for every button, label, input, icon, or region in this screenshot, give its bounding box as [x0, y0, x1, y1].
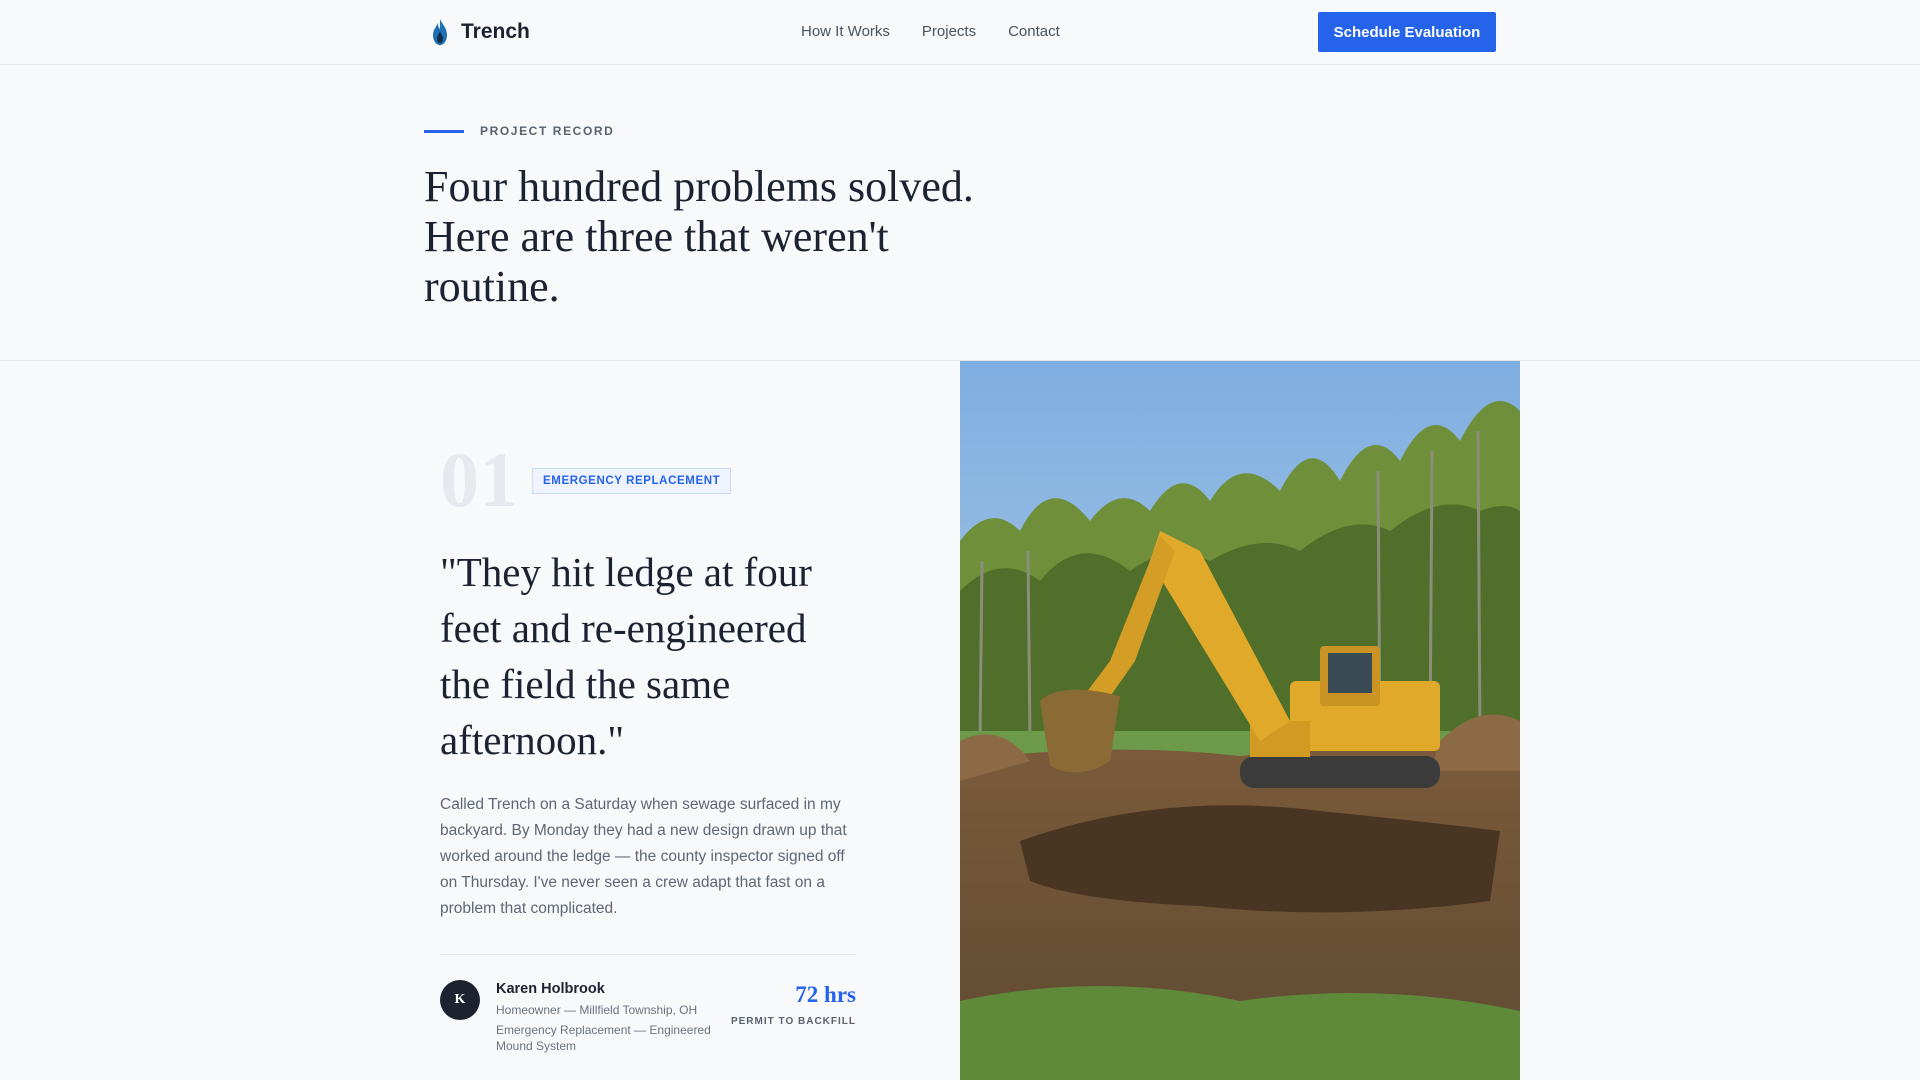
- nav-link-how-it-works[interactable]: How It Works: [801, 23, 890, 40]
- nav-link-contact[interactable]: Contact: [1008, 23, 1060, 40]
- brand-logo[interactable]: Trench: [431, 18, 530, 46]
- author-name: Karen Holbrook: [496, 981, 605, 997]
- avatar: K: [440, 980, 480, 1020]
- eyebrow-label: PROJECT RECORD: [480, 124, 615, 138]
- nav-link-projects[interactable]: Projects: [922, 23, 976, 40]
- testimonial-quote: "They hit ledge at four feet and re-engi…: [440, 549, 812, 763]
- stat-value: 72 hrs: [795, 982, 856, 1007]
- excavator-photo: [960, 361, 1520, 1080]
- section-eyebrow: PROJECT RECORD: [424, 124, 614, 138]
- top-navigation: Trench How It Works Projects Contact Sch…: [0, 0, 1920, 65]
- flame-droplet-icon: [433, 19, 447, 45]
- schedule-evaluation-button[interactable]: Schedule Evaluation: [1318, 12, 1496, 52]
- testimonial-divider: [440, 954, 856, 955]
- case-category-tag: EMERGENCY REPLACEMENT: [532, 468, 732, 494]
- nav-links: How It Works Projects Contact: [801, 23, 1092, 40]
- stat-label: PERMIT TO BACKFILL: [730, 1016, 856, 1027]
- testimonial-body: Called Trench on a Saturday when sewage …: [440, 796, 847, 917]
- eyebrow-accent-line: [424, 129, 464, 133]
- author-project: Emergency Replacement — Engineered Mound…: [496, 1023, 711, 1053]
- brand-name: Trench: [461, 20, 530, 43]
- page-title: Four hundred problems solved. Here are t…: [424, 162, 974, 311]
- author-role: Homeowner — Millfield Township, OH: [496, 1003, 698, 1017]
- case-number: 01: [440, 436, 518, 523]
